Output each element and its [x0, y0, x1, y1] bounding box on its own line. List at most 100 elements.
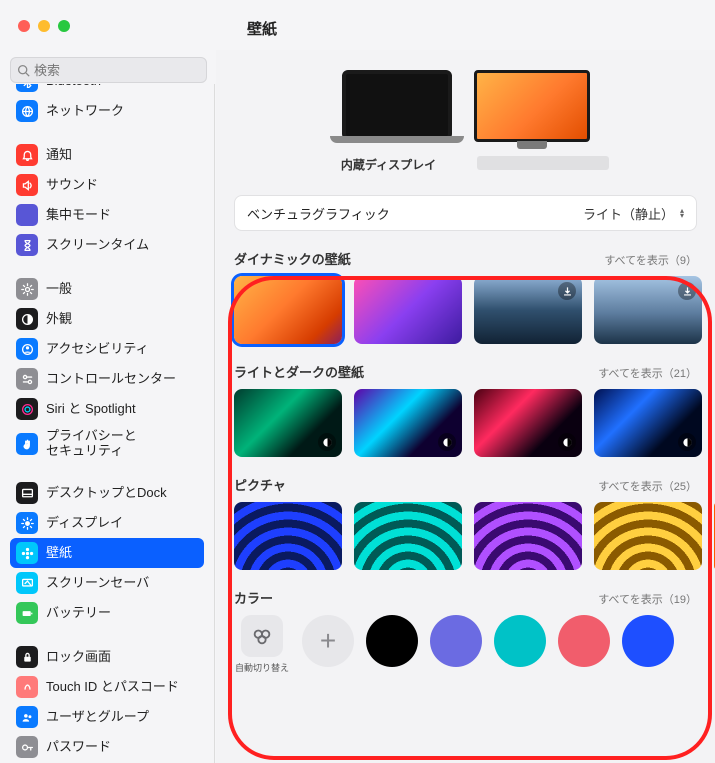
- sidebar-item-general[interactable]: 一般: [10, 274, 204, 304]
- sidebar-item-label: 外観: [46, 312, 72, 327]
- wallpaper-thumbnail[interactable]: [594, 276, 702, 344]
- download-icon: [678, 282, 696, 300]
- close-window-button[interactable]: [18, 20, 30, 32]
- wallpaper-thumbnail[interactable]: [354, 389, 462, 457]
- wallpaper-mode-stepper[interactable]: ▴ ▾: [680, 208, 684, 218]
- sidebar-item-users[interactable]: ユーザとグループ: [10, 702, 204, 732]
- section-dynamic: ダイナミックの壁紙 すべてを表示（9）: [234, 249, 697, 344]
- section-title: ダイナミックの壁紙: [234, 249, 351, 268]
- sidebar-item-desktop-dock[interactable]: デスクトップとDock: [10, 478, 204, 508]
- wallpaper-thumbnail[interactable]: [354, 502, 462, 570]
- network-icon: [16, 100, 38, 122]
- sidebar-item-sound[interactable]: サウンド: [10, 170, 204, 200]
- sidebar-item-label: 一般: [46, 282, 72, 297]
- wallpaper-thumbnail[interactable]: [234, 276, 342, 344]
- color-swatch[interactable]: [558, 615, 610, 667]
- sidebar-item-notifications[interactable]: 通知: [10, 140, 204, 170]
- light-dark-icon: [558, 433, 576, 451]
- sidebar-item-label: 通知: [46, 148, 72, 163]
- section-title: カラー: [234, 588, 273, 607]
- wallpaper-thumbnail[interactable]: [474, 502, 582, 570]
- sidebar-item-label: サウンド: [46, 178, 98, 193]
- internal-display-preview[interactable]: [342, 70, 452, 140]
- siri-icon: [16, 398, 38, 420]
- sidebar-item-touchid[interactable]: Touch ID とパスコード: [10, 672, 204, 702]
- sidebar-item-label: パスワード: [46, 740, 111, 755]
- focus-icon: [16, 204, 38, 226]
- touchid-icon: [16, 676, 38, 698]
- show-all-link[interactable]: すべてを表示（25）: [598, 478, 697, 494]
- section-title: ライトとダークの壁紙: [234, 362, 364, 381]
- auto-switch-icon: [241, 615, 283, 657]
- sidebar-item-siri[interactable]: Siri と Spotlight: [10, 394, 204, 424]
- sidebar-item-screensaver[interactable]: スクリーンセーバ: [10, 568, 204, 598]
- page-title: 壁紙: [247, 18, 277, 39]
- section-colors: カラー すべてを表示（19） 自動切り替え +: [234, 588, 697, 674]
- displays-icon: [16, 512, 38, 534]
- sidebar-item-focus[interactable]: 集中モード: [10, 200, 204, 230]
- thumbnail-row: [234, 389, 697, 457]
- color-swatch[interactable]: [622, 615, 674, 667]
- sidebar-item-label: プライバシーと セキュリティ: [46, 429, 137, 459]
- color-swatch[interactable]: [430, 615, 482, 667]
- add-color-button[interactable]: +: [302, 615, 354, 667]
- color-swatch[interactable]: [494, 615, 546, 667]
- wallpaper-thumbnail[interactable]: [234, 502, 342, 570]
- search-input[interactable]: [34, 63, 200, 78]
- sidebar-item-label: ディスプレイ: [46, 516, 123, 531]
- sidebar-item-label: Touch ID とパスコード: [46, 680, 179, 695]
- internal-display-label: 内蔵ディスプレイ: [323, 156, 455, 173]
- color-swatch[interactable]: [366, 615, 418, 667]
- sidebar-item-privacy[interactable]: プライバシーと セキュリティ: [10, 424, 204, 464]
- external-display-label: [477, 156, 609, 170]
- passwords-icon: [16, 736, 38, 758]
- sidebar-item-label: スクリーンセーバ: [46, 576, 149, 591]
- sidebar-item-label: コントロールセンター: [46, 372, 176, 387]
- sidebar-item-displays[interactable]: ディスプレイ: [10, 508, 204, 538]
- show-all-link[interactable]: すべてを表示（9）: [604, 252, 697, 268]
- sidebar-item-screentime[interactable]: スクリーンタイム: [10, 230, 204, 260]
- sidebar-item-controlcenter[interactable]: コントロールセンター: [10, 364, 204, 394]
- search-icon: [17, 64, 30, 77]
- wallpaper-thumbnail[interactable]: [474, 276, 582, 344]
- sidebar-item-appearance[interactable]: 外観: [10, 304, 204, 334]
- privacy-icon: [16, 433, 38, 455]
- controlcenter-icon: [16, 368, 38, 390]
- wallpaper-thumbnail[interactable]: [234, 389, 342, 457]
- sidebar-item-label: スクリーンタイム: [46, 238, 149, 253]
- sidebar-item-network[interactable]: ネットワーク: [10, 96, 204, 126]
- sidebar-item-label: Bluetooth: [46, 84, 101, 88]
- external-display-preview[interactable]: [474, 70, 590, 142]
- search-field[interactable]: [10, 57, 207, 83]
- chevron-down-icon: ▾: [680, 213, 684, 218]
- sidebar-item-label: 集中モード: [46, 208, 111, 223]
- thumbnail-row: [234, 276, 697, 344]
- zoom-window-button[interactable]: [58, 20, 70, 32]
- wallpaper-thumbnail[interactable]: [594, 389, 702, 457]
- window-controls: [18, 20, 70, 32]
- sidebar-item-label: デスクトップとDock: [46, 486, 167, 501]
- wallpaper-thumbnail[interactable]: [474, 389, 582, 457]
- display-preview-row: [234, 70, 697, 142]
- show-all-link[interactable]: すべてを表示（19）: [598, 591, 697, 607]
- sidebar-item-bluetooth[interactable]: Bluetooth: [10, 84, 204, 96]
- wallpaper-thumbnail[interactable]: [594, 502, 702, 570]
- sidebar-item-battery[interactable]: バッテリー: [10, 598, 204, 628]
- sidebar-item-label: アクセシビリティ: [46, 342, 149, 357]
- minimize-window-button[interactable]: [38, 20, 50, 32]
- sidebar-item-accessibility[interactable]: アクセシビリティ: [10, 334, 204, 364]
- lockscreen-icon: [16, 646, 38, 668]
- current-wallpaper-bar: ベンチュラグラフィック ライト（静止） ▴ ▾: [234, 195, 697, 231]
- show-all-link[interactable]: すべてを表示（21）: [598, 365, 697, 381]
- auto-switch-label: 自動切り替え: [235, 661, 289, 674]
- sidebar-item-label: ユーザとグループ: [46, 710, 149, 725]
- accessibility-icon: [16, 338, 38, 360]
- wallpaper-thumbnail[interactable]: [354, 276, 462, 344]
- general-icon: [16, 278, 38, 300]
- auto-switch-option[interactable]: 自動切り替え: [234, 615, 290, 674]
- wallpaper-icon: [16, 542, 38, 564]
- sidebar-item-lockscreen[interactable]: ロック画面: [10, 642, 204, 672]
- desktop-dock-icon: [16, 482, 38, 504]
- sidebar-item-passwords[interactable]: パスワード: [10, 732, 204, 762]
- sidebar-item-wallpaper[interactable]: 壁紙: [10, 538, 204, 568]
